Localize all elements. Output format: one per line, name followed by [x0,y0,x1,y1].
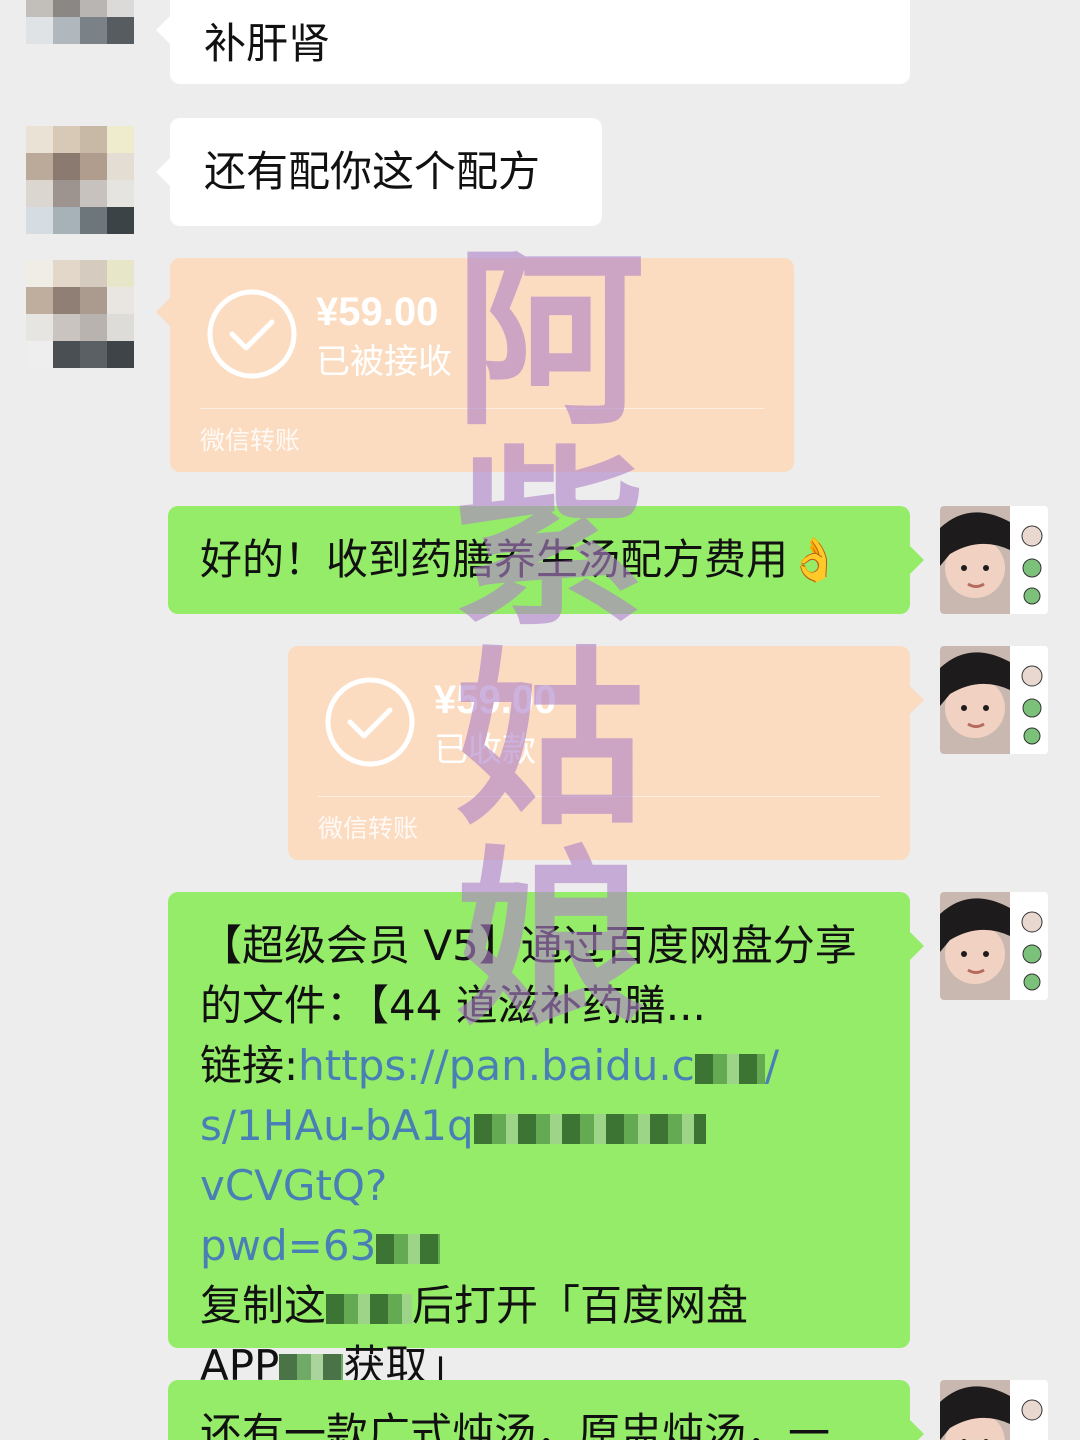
self-avatar[interactable] [940,1380,1048,1440]
redaction-mosaic [376,1233,441,1264]
message-bubble[interactable]: 还有配你这个配方 [156,118,602,226]
message-text: 还有配你这个配方 [204,147,541,196]
contact-avatar[interactable] [26,260,134,368]
transfer-status: 已收款 [434,730,536,770]
self-avatar[interactable] [940,506,1048,614]
transfer-card[interactable]: ¥59.00 已被接收 微信转账 [156,258,794,472]
message-text: 补肝肾 [204,19,331,68]
message-text: 好的！收到药膳养生汤配方费用👌 [200,535,841,584]
share-link-bubble[interactable]: 【超级会员 V5】通过百度网盘分享 的文件：【44 道滋补药膳... 链接:ht… [168,892,924,1390]
check-circle-icon [207,289,297,379]
redaction-mosaic [326,1293,413,1324]
self-avatar[interactable] [940,646,1048,754]
contact-avatar[interactable] [26,126,134,234]
share-link-cont[interactable]: s/1HAu-bA1q vCVGtQ? [200,1096,890,1216]
transfer-footer: 微信转账 [318,814,419,843]
transfer-amount: ¥59.00 [316,290,439,334]
link-url-part[interactable]: pwd=63 [200,1221,376,1270]
message-text: 还有一款广式炖汤，原盅炖汤，一 [200,1409,831,1440]
link-label: 链接: [200,1041,299,1090]
redaction-mosaic [473,1113,706,1144]
link-url-part[interactable]: vCVGtQ? [200,1161,387,1210]
link-url-part[interactable]: s/1HAu-bA1q [200,1101,474,1150]
message-bubble[interactable]: 还有一款广式炖汤，原盅炖汤，一 [168,1380,924,1440]
transfer-status: 已被接收 [316,342,452,382]
link-url-part[interactable]: https://pan.baidu.c [298,1041,695,1090]
copy-text: 后打开「百度网盘 [412,1281,749,1330]
check-circle-icon [325,677,415,767]
redaction-mosaic [279,1353,344,1384]
share-pwd[interactable]: pwd=63 [200,1216,890,1276]
divider [318,796,880,797]
transfer-amount: ¥59.00 [434,678,557,722]
share-line-1: 【超级会员 V5】通过百度网盘分享 [200,921,857,970]
share-copy-line: 复制这 后打开「百度网盘 [200,1276,890,1336]
redaction-mosaic [694,1053,765,1084]
message-bubble[interactable]: 补肝肾 [156,0,910,84]
link-url-part[interactable]: / [765,1041,779,1090]
transfer-card[interactable]: ¥59.00 已收款 微信转账 [288,646,924,860]
divider [200,408,764,409]
share-link[interactable]: 链接:https://pan.baidu.c / [200,1036,890,1096]
self-avatar[interactable] [940,892,1048,1000]
message-bubble[interactable]: 好的！收到药膳养生汤配方费用👌 [168,506,924,614]
copy-text: 复制这 [200,1281,327,1330]
transfer-footer: 微信转账 [200,426,301,455]
share-line-2: 的文件：【44 道滋补药膳... [200,981,706,1030]
contact-avatar[interactable] [26,0,134,44]
chat-view: 补肝肾 还有配你这个配方 ¥59.00 已被接收 微信转账 好的！收到药膳养生汤… [0,0,1080,1440]
